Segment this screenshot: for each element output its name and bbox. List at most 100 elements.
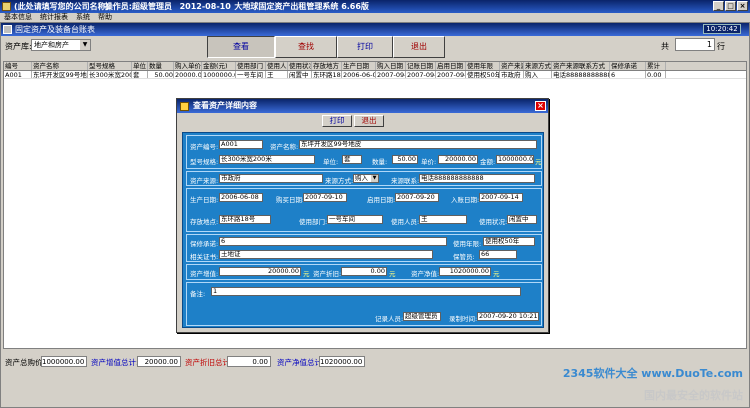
prod-date-label: 生产日期:: [190, 196, 219, 204]
source-method-select[interactable]: 购入 ▼: [353, 174, 379, 183]
column-header[interactable]: 单位: [132, 62, 148, 70]
dialog-print-button[interactable]: 打印: [322, 115, 352, 127]
column-header[interactable]: 使用部门: [236, 62, 266, 70]
unit-field[interactable]: 套: [342, 155, 362, 164]
grid-body: A001东坪开发区99号地皮长300米宽200米套50.0020000.0010…: [4, 71, 746, 79]
amount-field: 1000000.00: [496, 155, 534, 164]
years-field[interactable]: 使用权50年: [483, 237, 535, 246]
exit-button[interactable]: 退出: [393, 36, 445, 58]
record-time-label: 录制时间:: [449, 315, 478, 323]
main-titlebar: (此处请填写您的公司名称) 操作员:超级管理员 2012-08-10 大地球固定…: [0, 0, 750, 13]
chevron-down-icon[interactable]: ▼: [371, 175, 378, 182]
price-field[interactable]: 20000.00: [438, 155, 478, 164]
net-value-field: 1020000.00: [439, 267, 491, 276]
column-header[interactable]: 编号: [4, 62, 32, 70]
app-icon: [2, 2, 11, 11]
record-time-field: 2007-09-20 10:21:32: [477, 312, 539, 321]
column-header[interactable]: 记账日期: [406, 62, 436, 70]
column-header[interactable]: 型号规格: [88, 62, 132, 70]
column-header[interactable]: 金额(元): [202, 62, 236, 70]
table-cell: 2007-09-20: [437, 71, 466, 78]
amount-label: 金额:: [480, 158, 496, 166]
asset-name-label: 资产名称:: [270, 143, 299, 151]
net-total-value: 1020000.00: [319, 356, 365, 367]
total-price-value: 1000000.00: [41, 356, 87, 367]
column-header[interactable]: 购入日期: [376, 62, 406, 70]
prod-date-field[interactable]: 2006-06-08: [219, 193, 263, 202]
qty-field[interactable]: 50.00: [392, 155, 418, 164]
clock-display: 10:20:42: [703, 24, 741, 34]
cert-field[interactable]: 土地证: [219, 250, 433, 259]
note-field[interactable]: 1: [211, 287, 521, 296]
menu-basic-info[interactable]: 基本信息: [4, 13, 32, 22]
column-header[interactable]: 生产日期: [342, 62, 376, 70]
table-cell: 50.00: [148, 71, 174, 78]
table-cell: A001: [4, 71, 32, 78]
source-contact-field[interactable]: 电话888888888888: [419, 174, 535, 183]
view-button[interactable]: 查看: [207, 36, 275, 58]
book-date-label: 入账日期:: [451, 196, 480, 204]
warranty-label: 保修承诺:: [190, 240, 219, 248]
menu-system[interactable]: 系统: [76, 13, 90, 22]
asset-library-select[interactable]: 地产和房产 ▼: [31, 39, 91, 51]
maximize-button[interactable]: □: [725, 1, 736, 11]
add-value-field[interactable]: 20000.00: [219, 267, 301, 276]
chevron-down-icon[interactable]: ▼: [80, 40, 90, 50]
custodian-field[interactable]: 66: [479, 250, 517, 259]
years-label: 使用年限:: [453, 240, 482, 248]
dialog-title: 查看资产详细内容: [193, 101, 257, 110]
window-icon: [3, 25, 12, 34]
column-header[interactable]: 累计: [646, 62, 666, 70]
column-header[interactable]: 资产来源: [500, 62, 524, 70]
user-label: 使用人员:: [391, 218, 420, 226]
column-header[interactable]: 保修承诺: [610, 62, 646, 70]
column-header[interactable]: 使用人员: [266, 62, 288, 70]
status-field[interactable]: 闲置中: [507, 215, 537, 224]
spec-label: 型号规格:: [190, 158, 219, 166]
menu-reports[interactable]: 统计报表: [40, 13, 68, 22]
source-field[interactable]: 市政府: [219, 174, 323, 183]
column-header[interactable]: 使用状况: [288, 62, 312, 70]
minimize-button[interactable]: _: [713, 1, 724, 11]
buy-date-field[interactable]: 2007-09-10: [303, 193, 347, 202]
book-date-field[interactable]: 2007-09-14: [479, 193, 523, 202]
column-header[interactable]: 存放地方: [312, 62, 342, 70]
total-price-label: 资产总购价:: [5, 358, 46, 367]
dep-total-value: 0.00: [227, 356, 271, 367]
user-field[interactable]: 王: [419, 215, 467, 224]
table-cell: 1000000.00: [203, 71, 236, 78]
dept-field[interactable]: 一号车间: [327, 215, 383, 224]
menu-help[interactable]: 帮助: [98, 13, 112, 22]
dep-value-field[interactable]: 0.00: [341, 267, 387, 276]
column-header[interactable]: 启用日期: [436, 62, 466, 70]
source-method-label: 来源方式:: [325, 177, 354, 185]
toolbar: 资产库: 地产和房产 ▼ 查看 查找 打印 退出 共 1 行: [1, 36, 749, 58]
print-button[interactable]: 打印: [337, 36, 393, 58]
recorder-label: 记录人员:: [375, 315, 404, 323]
column-header[interactable]: 来源方式: [524, 62, 552, 70]
table-cell: 20000.00: [175, 71, 202, 78]
asset-name-field[interactable]: 东坪开发区99号地皮: [299, 140, 537, 149]
ledger-titlebar: 固定资产及装备台账表 10:20:42: [1, 23, 749, 36]
location-field[interactable]: 东环路18号: [219, 215, 271, 224]
account-date-field[interactable]: 2007-09-20: [395, 193, 439, 202]
table-row[interactable]: A001东坪开发区99号地皮长300米宽200米套50.0020000.0010…: [4, 71, 746, 79]
warranty-field[interactable]: 6: [219, 237, 447, 246]
column-header[interactable]: 使用年限: [466, 62, 500, 70]
system-name: 大地球固定资产出租管理系统: [234, 2, 339, 11]
net-unit: 元: [493, 270, 500, 278]
column-header[interactable]: 资产名称: [32, 62, 88, 70]
total-label: 共: [661, 42, 669, 51]
find-button[interactable]: 查找: [275, 36, 337, 58]
asset-no-field[interactable]: A001: [219, 140, 263, 149]
close-icon[interactable]: ×: [535, 101, 546, 111]
column-header[interactable]: 购入单价: [174, 62, 202, 70]
close-button[interactable]: ×: [737, 1, 748, 11]
column-header[interactable]: 资产来源联系方式: [552, 62, 610, 70]
table-cell: 6: [610, 71, 646, 78]
dialog-exit-button[interactable]: 退出: [354, 115, 384, 127]
spec-field[interactable]: 长300米宽200米: [219, 155, 315, 164]
section-values: 资产增值: 20000.00 元 资产折旧: 0.00 元 资产净值: 1020…: [186, 264, 542, 280]
column-header[interactable]: 数量: [148, 62, 174, 70]
add-total-value: 20000.00: [137, 356, 181, 367]
